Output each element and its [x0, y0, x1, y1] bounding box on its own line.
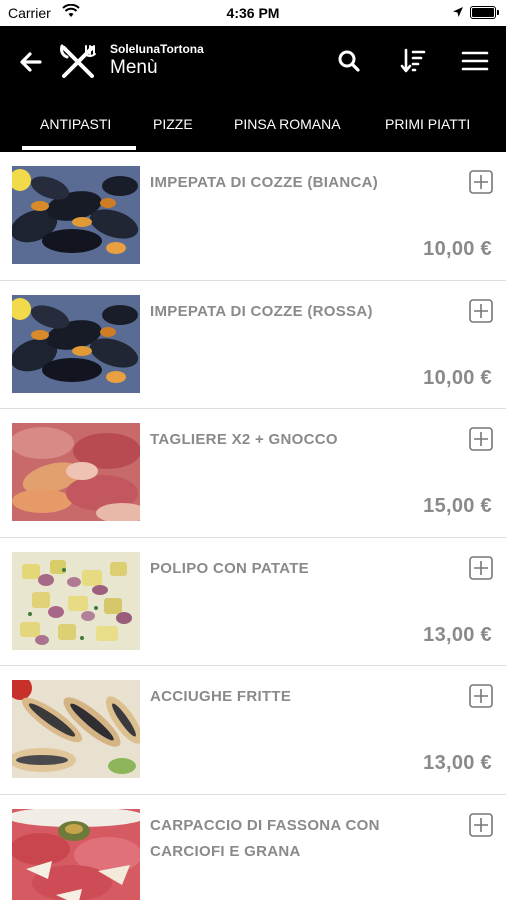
list-item[interactable]: IMPEPATA DI COZZE (BIANCA) 10,00 €	[0, 152, 506, 281]
status-bar: Carrier 4:36 PM	[0, 0, 506, 26]
list-item[interactable]: IMPEPATA DI COZZE (ROSSA) 10,00 €	[0, 281, 506, 409]
list-item[interactable]: CARPACCIO DI FASSONA CON CARCIOFI E GRAN…	[0, 795, 506, 900]
tab-pinsa-romana[interactable]: PINSA ROMANA	[234, 116, 341, 132]
item-name: IMPEPATA DI COZZE (BIANCA)	[150, 174, 379, 191]
sort-icon	[400, 48, 426, 73]
search-icon	[338, 50, 360, 72]
fried-anchovies-photo	[12, 680, 140, 778]
menu-item-list: IMPEPATA DI COZZE (BIANCA) 10,00 € IMPEP…	[0, 152, 506, 900]
hamburger-menu-icon	[461, 51, 489, 71]
plus-box-icon[interactable]	[469, 298, 493, 323]
category-tabs: ANTIPASTI PIZZE PINSA ROMANA PRIMI PIATT…	[0, 102, 506, 152]
plus-box-icon[interactable]	[469, 427, 493, 451]
plus-box-icon[interactable]	[469, 812, 493, 837]
tab-primi-piatti[interactable]: PRIMI PIATTI	[385, 116, 470, 132]
location-arrow-icon	[453, 7, 463, 17]
octopus-potatoes-photo	[12, 551, 140, 650]
page-title: Menù	[110, 57, 158, 78]
mussels-photo	[12, 294, 140, 393]
app-header: SoleIunaTortona Menù ANTIPASTI PIZZE PIN…	[0, 26, 506, 152]
back-button[interactable]	[14, 46, 46, 78]
sort-button[interactable]	[396, 44, 430, 78]
item-name: ACCIUGHE FRITTE	[150, 688, 292, 705]
item-name: TAGLIERE X2 + GNOCCO	[150, 431, 338, 448]
item-price: 10,00 €	[423, 238, 492, 260]
item-name: IMPEPATA DI COZZE (ROSSA)	[150, 302, 373, 320]
item-price: 13,00 €	[423, 623, 492, 646]
item-price: 15,00 €	[423, 495, 492, 517]
active-tab-indicator	[22, 146, 136, 150]
fork-knife-icon	[60, 44, 96, 78]
list-item[interactable]: TAGLIERE X2 + GNOCCO 15,00 €	[0, 409, 506, 538]
cured-meats-photo	[12, 423, 140, 521]
tab-pizze[interactable]: PIZZE	[153, 116, 193, 132]
status-time: 4:36 PM	[226, 5, 280, 21]
list-item[interactable]: POLIPO CON PATATE 13,00 €	[0, 538, 506, 666]
item-name: POLIPO CON PATATE	[150, 559, 309, 577]
plus-box-icon[interactable]	[469, 170, 493, 194]
search-button[interactable]	[332, 44, 366, 78]
list-item[interactable]: ACCIUGHE FRITTE 13,00 €	[0, 666, 506, 795]
plus-box-icon[interactable]	[469, 684, 493, 708]
item-name: CARPACCIO DI FASSONA CON CARCIOFI E GRAN…	[150, 816, 380, 860]
plus-box-icon[interactable]	[469, 555, 493, 580]
tab-antipasti[interactable]: ANTIPASTI	[40, 116, 111, 132]
item-price: 10,00 €	[423, 366, 492, 389]
menu-button[interactable]	[458, 44, 492, 78]
title-block: SoleIunaTortona Menù	[110, 42, 204, 80]
mussels-photo	[12, 166, 140, 264]
item-price: 13,00 €	[423, 752, 492, 774]
battery-icon	[470, 6, 499, 19]
restaurant-name: SoleIunaTortona	[110, 42, 204, 56]
back-arrow-icon	[20, 52, 42, 72]
carpaccio-photo	[12, 808, 140, 900]
